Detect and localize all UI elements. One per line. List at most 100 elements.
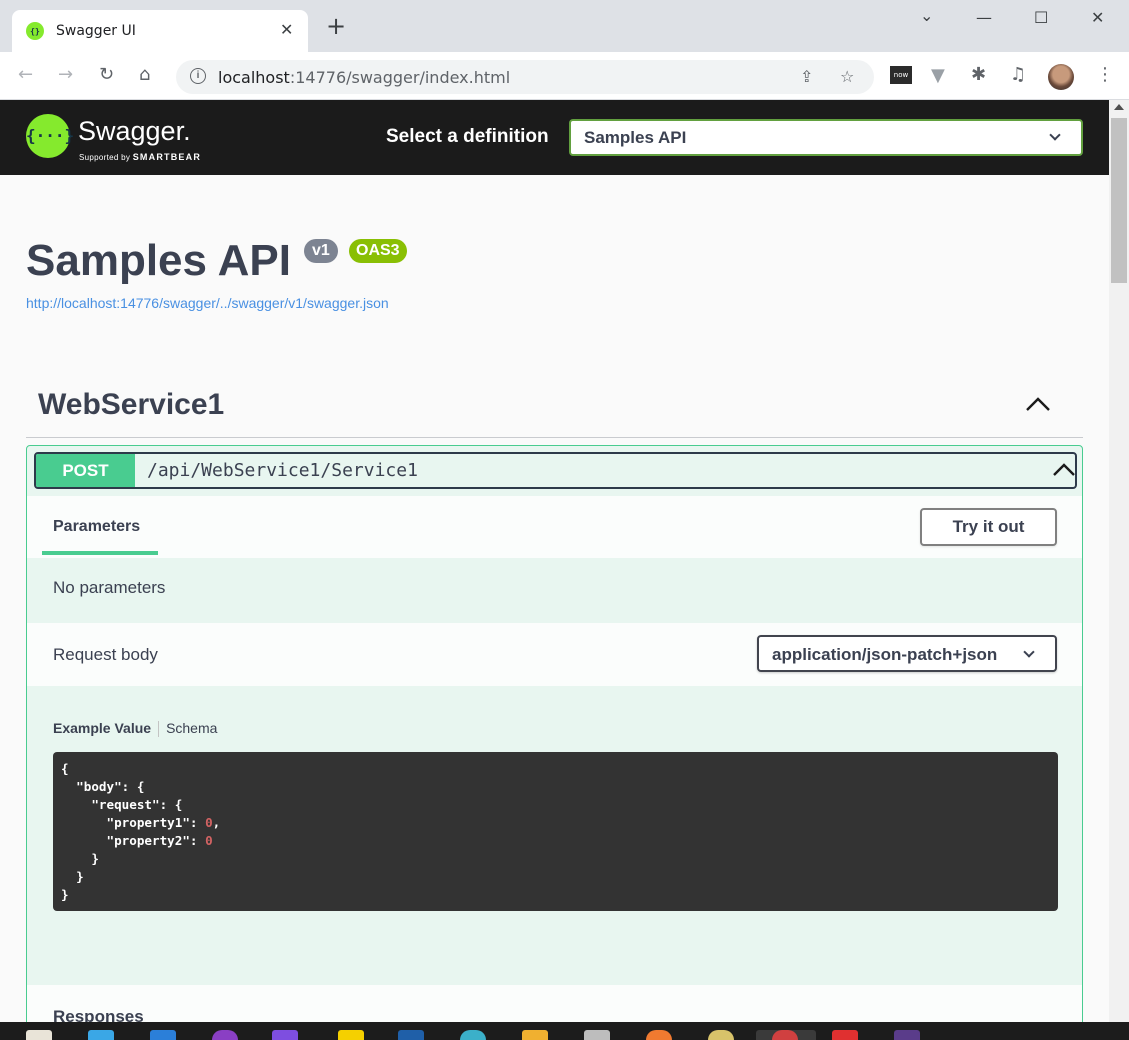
code-line: } — [61, 887, 69, 902]
code-line: } — [61, 869, 84, 884]
tab-schema[interactable]: Schema — [166, 720, 217, 736]
logo-sub-brand: SMARTBEAR — [132, 152, 202, 162]
content-type-select[interactable]: application/json-patch+json — [757, 635, 1057, 672]
extension-now-label: now — [890, 66, 912, 84]
puzzle-icon[interactable]: ✱ — [971, 64, 986, 85]
request-body-header: Request body application/json-patch+json — [27, 623, 1082, 686]
code-line: "body": { — [61, 779, 145, 794]
chevron-up-icon[interactable] — [1022, 389, 1054, 421]
responses-section: Responses — [27, 985, 1082, 1022]
browser-tab[interactable]: {} Swagger UI ✕ — [12, 10, 308, 52]
example-code-block[interactable]: { "body": { "request": { "property1": 0,… — [53, 752, 1058, 911]
page-content: {···} Swagger. Supported by SMARTBEAR Se… — [0, 100, 1109, 1022]
responses-title: Responses — [53, 1007, 144, 1022]
visual-studio-icon[interactable] — [272, 1030, 298, 1040]
try-it-out-button[interactable]: Try it out — [920, 508, 1057, 546]
share-icon[interactable]: ⇪ — [800, 67, 813, 86]
page-scrollbar[interactable] — [1109, 100, 1129, 1022]
extension-now-icon[interactable]: now — [890, 66, 912, 84]
example-tabs: Example Value Schema — [53, 720, 217, 738]
content-type-value: application/json-patch+json — [772, 645, 998, 664]
address-bar[interactable]: i localhost:14776/swagger/index.html ⇪ ☆ — [176, 60, 874, 94]
info-icon[interactable]: i — [190, 68, 206, 84]
back-icon[interactable]: ← — [18, 64, 33, 85]
app-icon[interactable] — [460, 1030, 486, 1040]
home-icon[interactable]: ⌂ — [139, 64, 150, 85]
operation-path: /api/WebService1/Service1 — [147, 460, 418, 481]
media-icon[interactable]: ♫ — [1010, 64, 1026, 85]
code-punct: , — [212, 815, 221, 830]
definition-label: Select a definition — [386, 126, 549, 147]
version-badge: v1 — [304, 239, 338, 263]
code-key: "property2": — [61, 833, 206, 848]
swagger-logo-text[interactable]: Swagger. — [78, 116, 191, 147]
star-icon[interactable]: ☆ — [840, 67, 854, 86]
tab-title: Swagger UI — [56, 23, 136, 39]
app-icon[interactable] — [88, 1030, 114, 1040]
app-icon[interactable] — [708, 1030, 734, 1040]
code-line: "request": { — [61, 797, 183, 812]
app-icon[interactable] — [584, 1030, 610, 1040]
app-icon[interactable] — [646, 1030, 672, 1040]
spec-url-link[interactable]: http://localhost:14776/swagger/../swagge… — [26, 295, 389, 311]
parameters-header: Parameters Try it out — [27, 496, 1082, 558]
method-badge: POST — [36, 454, 135, 487]
code-number: 0 — [205, 833, 213, 848]
swagger-logo-subtitle: Supported by SMARTBEAR — [79, 152, 201, 162]
tab-active-indicator — [42, 551, 158, 555]
code-number: 0 — [205, 815, 213, 830]
example-code: { "body": { "request": { "property1": 0,… — [61, 760, 1050, 904]
swagger-topbar: {···} Swagger. Supported by SMARTBEAR Se… — [0, 100, 1109, 175]
api-title: Samples API — [26, 236, 291, 285]
definition-select-value: Samples API — [584, 128, 687, 147]
no-parameters-text: No parameters — [53, 578, 166, 597]
scroll-thumb[interactable] — [1111, 118, 1127, 283]
url-host: localhost — [218, 68, 290, 87]
operation-summary[interactable]: POST /api/WebService1/Service1 — [34, 452, 1077, 489]
scroll-up-icon[interactable] — [1114, 104, 1124, 110]
sticky-notes-icon[interactable] — [338, 1030, 364, 1040]
chevron-up-icon[interactable] — [1050, 456, 1078, 484]
swagger-logo-icon[interactable]: {···} — [26, 114, 74, 158]
app-icon[interactable] — [832, 1030, 858, 1040]
request-body-label: Request body — [53, 645, 158, 664]
extension-v-icon[interactable]: ▼ — [931, 65, 945, 86]
code-line: { — [61, 761, 69, 776]
chevron-down-icon — [1049, 129, 1061, 141]
chrome-icon[interactable] — [772, 1030, 798, 1040]
url-text[interactable]: localhost:14776/swagger/index.html — [218, 68, 510, 87]
close-window-button[interactable]: ✕ — [1091, 8, 1104, 27]
app-icon[interactable] — [398, 1030, 424, 1040]
definition-select[interactable]: Samples API — [569, 119, 1083, 156]
app-icon[interactable] — [212, 1030, 238, 1040]
app-icon[interactable] — [522, 1030, 548, 1040]
reload-icon[interactable]: ↻ — [99, 64, 114, 85]
chevron-down-icon — [1023, 646, 1035, 658]
new-tab-button[interactable]: + — [326, 14, 346, 38]
tab-example-value[interactable]: Example Value — [53, 720, 151, 736]
oas-badge: OAS3 — [349, 239, 407, 263]
browser-toolbar: ← → ↻ ⌂ i localhost:14776/swagger/index.… — [0, 52, 1129, 100]
minimize-button[interactable]: — — [976, 8, 992, 27]
app-icon[interactable] — [894, 1030, 920, 1040]
operation-block: POST /api/WebService1/Service1 Parameter… — [26, 445, 1083, 1022]
tab-search-icon[interactable]: ⌄ — [920, 6, 933, 25]
swagger-favicon-icon: {} — [26, 22, 44, 40]
forward-icon[interactable]: → — [58, 64, 73, 85]
tab-parameters[interactable]: Parameters — [53, 518, 140, 536]
url-path: :14776/swagger/index.html — [289, 68, 511, 87]
tag-divider — [26, 437, 1083, 438]
tab-close-icon[interactable]: ✕ — [280, 20, 293, 39]
browser-tabstrip: {} Swagger UI ✕ + ⌄ — ☐ ✕ — [0, 0, 1129, 52]
notepad-icon[interactable] — [26, 1030, 52, 1040]
logo-sub-prefix: Supported by — [79, 153, 131, 162]
tag-title[interactable]: WebService1 — [38, 388, 224, 422]
tab-separator — [158, 721, 160, 738]
code-key: "property1": — [61, 815, 206, 830]
vscode-icon[interactable] — [150, 1030, 176, 1040]
maximize-button[interactable]: ☐ — [1034, 8, 1048, 27]
menu-icon[interactable]: ⋮ — [1096, 64, 1114, 85]
code-line: } — [61, 851, 99, 866]
os-taskbar — [0, 1022, 1129, 1040]
avatar[interactable] — [1048, 64, 1074, 90]
